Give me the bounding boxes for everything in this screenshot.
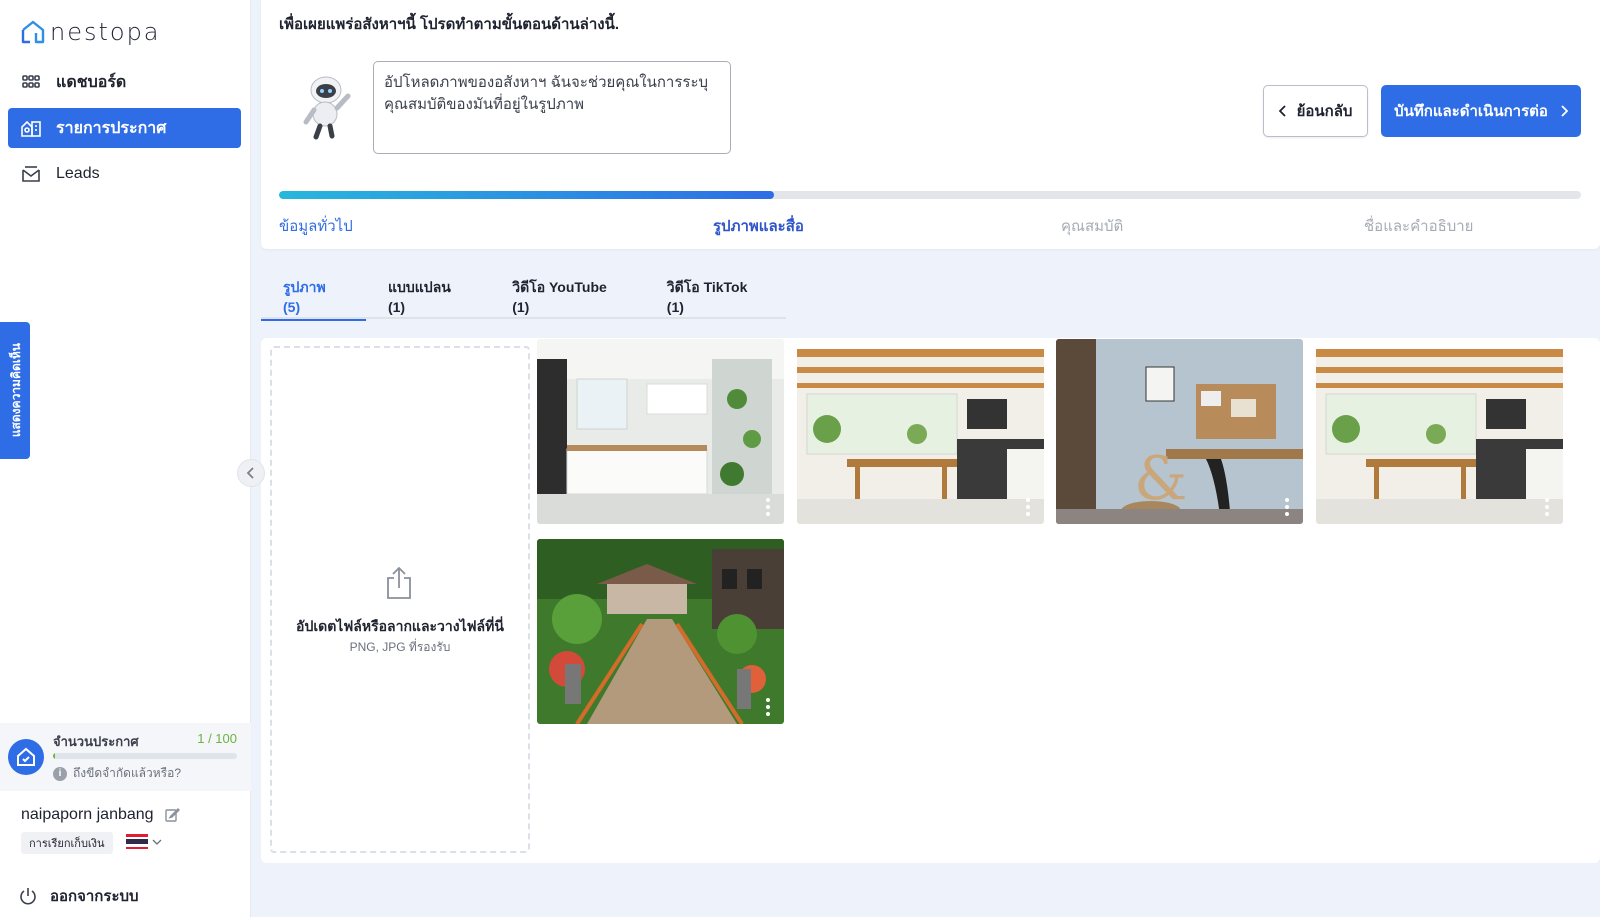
robot-assistant-icon	[303, 76, 351, 140]
logout-label: ออกจากระบบ	[50, 888, 139, 905]
sidebar-item-label: แดชบอร์ด	[56, 73, 127, 91]
chevron-left-icon	[1278, 105, 1286, 117]
upload-title: อัปเดตไฟล์หรือลากและวางไฟล์ที่นี่	[296, 618, 504, 634]
chevron-left-icon	[246, 467, 254, 479]
user-profile: naipaporn janbang	[21, 806, 180, 824]
back-button[interactable]: ย้อนกลับ	[1263, 85, 1368, 137]
chevron-down-icon	[152, 839, 162, 845]
media-tabs: รูปภาพ (5) แบบแปลน (1) วิดีโอ YouTube (1…	[261, 272, 786, 321]
sidebar-item-leads[interactable]: Leads	[8, 154, 241, 194]
step-title-description[interactable]: ชื่อและคำอธิบาย	[1364, 214, 1473, 238]
user-name: naipaporn janbang	[21, 806, 154, 823]
more-options-icon[interactable]	[1285, 498, 1289, 516]
feedback-tab[interactable]: แสดงความคิดเห็น	[0, 322, 30, 459]
step-general-info[interactable]: ข้อมูลทั่วไป	[279, 214, 353, 238]
sidebar: nestopa แดชบอร์ด รายการประกาศ Leads จำนว…	[0, 0, 251, 917]
sidebar-item-label: Leads	[56, 165, 100, 182]
wizard-intro: เพื่อเผยแพร่อสังหาฯนี้ โปรดทำตามขั้นตอนด…	[279, 16, 620, 33]
photo-card[interactable]	[537, 339, 784, 524]
wizard-progress-fill	[279, 191, 774, 199]
more-options-icon[interactable]	[766, 498, 770, 516]
collapse-sidebar-button[interactable]	[237, 459, 265, 487]
back-label: ย้อนกลับ	[1296, 103, 1353, 120]
edit-icon[interactable]	[164, 807, 180, 823]
step-features[interactable]: คุณสมบัติ	[1061, 214, 1123, 238]
language-selector[interactable]	[126, 834, 162, 849]
quota-count: 1 / 100	[197, 731, 237, 746]
more-options-icon[interactable]	[1026, 498, 1030, 516]
photo-card[interactable]	[1316, 339, 1563, 524]
upload-dropzone[interactable]: อัปเดตไฟล์หรือลากและวางไฟล์ที่นี่ PNG, J…	[270, 346, 530, 853]
photo-card[interactable]: &	[1056, 339, 1303, 524]
sidebar-item-dashboard[interactable]: แดชบอร์ด	[8, 62, 241, 102]
sidebar-item-label: รายการประกาศ	[56, 119, 167, 137]
upload-icon	[387, 566, 411, 599]
wizard-progress-bar	[279, 191, 1581, 199]
house-badge-icon	[8, 739, 44, 775]
wizard-header: เพื่อเผยแพร่อสังหาฯนี้ โปรดทำตามขั้นตอนด…	[261, 0, 1600, 249]
quota-bar-fill	[53, 753, 55, 759]
save-label: บันทึกและดำเนินการต่อ	[1394, 103, 1548, 120]
photo-kitchen-beams-2	[1316, 339, 1563, 524]
photo-card[interactable]	[537, 539, 784, 724]
photo-card[interactable]	[797, 339, 1044, 524]
tab-photos[interactable]: รูปภาพ (5)	[261, 272, 366, 321]
quota-help-text: ถึงขีดจำกัดแล้วหรือ?	[73, 766, 182, 780]
upload-subtitle: PNG, JPG ที่รองรับ	[349, 640, 451, 654]
logo-text: nestopa	[50, 18, 161, 46]
chevron-right-icon	[1561, 105, 1568, 117]
save-continue-button[interactable]: บันทึกและดำเนินการต่อ	[1381, 85, 1581, 137]
step-photos-media[interactable]: รูปภาพและสื่อ	[713, 214, 804, 238]
info-icon: i	[53, 766, 67, 781]
tab-tiktok[interactable]: วิดีโอ TikTok (1)	[645, 272, 786, 319]
photo-gallery: อัปเดตไฟล์หรือลากและวางไฟล์ที่นี่ PNG, J…	[261, 338, 1600, 863]
photo-kitchen-white	[537, 339, 784, 524]
tab-youtube[interactable]: วิดีโอ YouTube (1)	[490, 272, 645, 319]
grid-icon	[20, 71, 42, 93]
logo[interactable]: nestopa	[20, 18, 161, 46]
more-options-icon[interactable]	[1545, 498, 1549, 516]
listing-icon	[20, 117, 42, 139]
more-options-icon[interactable]	[766, 698, 770, 716]
power-icon	[20, 888, 36, 905]
mail-icon	[20, 163, 42, 185]
logout-button[interactable]: ออกจากระบบ	[18, 884, 139, 908]
photo-kitchen-beams	[797, 339, 1044, 524]
thai-flag-icon	[126, 834, 148, 849]
quota-title: จำนวนประกาศ	[53, 734, 139, 749]
quota-bar	[53, 753, 237, 759]
house-logo-icon	[21, 20, 45, 44]
photo-workspace: &	[1056, 339, 1303, 524]
assistant-message: อัปโหลดภาพของอสังหาฯ ฉันจะช่วยคุณในการระ…	[373, 61, 731, 154]
tab-floorplans[interactable]: แบบแปลน (1)	[366, 272, 490, 319]
listing-quota: จำนวนประกาศ 1 / 100 i ถึงขีดจำกัดแล้วหรื…	[0, 723, 251, 791]
feedback-tab-label: แสดงความคิดเห็น	[8, 343, 23, 438]
billing-button[interactable]: การเรียกเก็บเงิน	[21, 832, 113, 854]
quota-help-link[interactable]: i ถึงขีดจำกัดแล้วหรือ?	[53, 764, 181, 783]
photo-garden-walkway	[537, 539, 784, 724]
sidebar-item-listings[interactable]: รายการประกาศ	[8, 108, 241, 148]
